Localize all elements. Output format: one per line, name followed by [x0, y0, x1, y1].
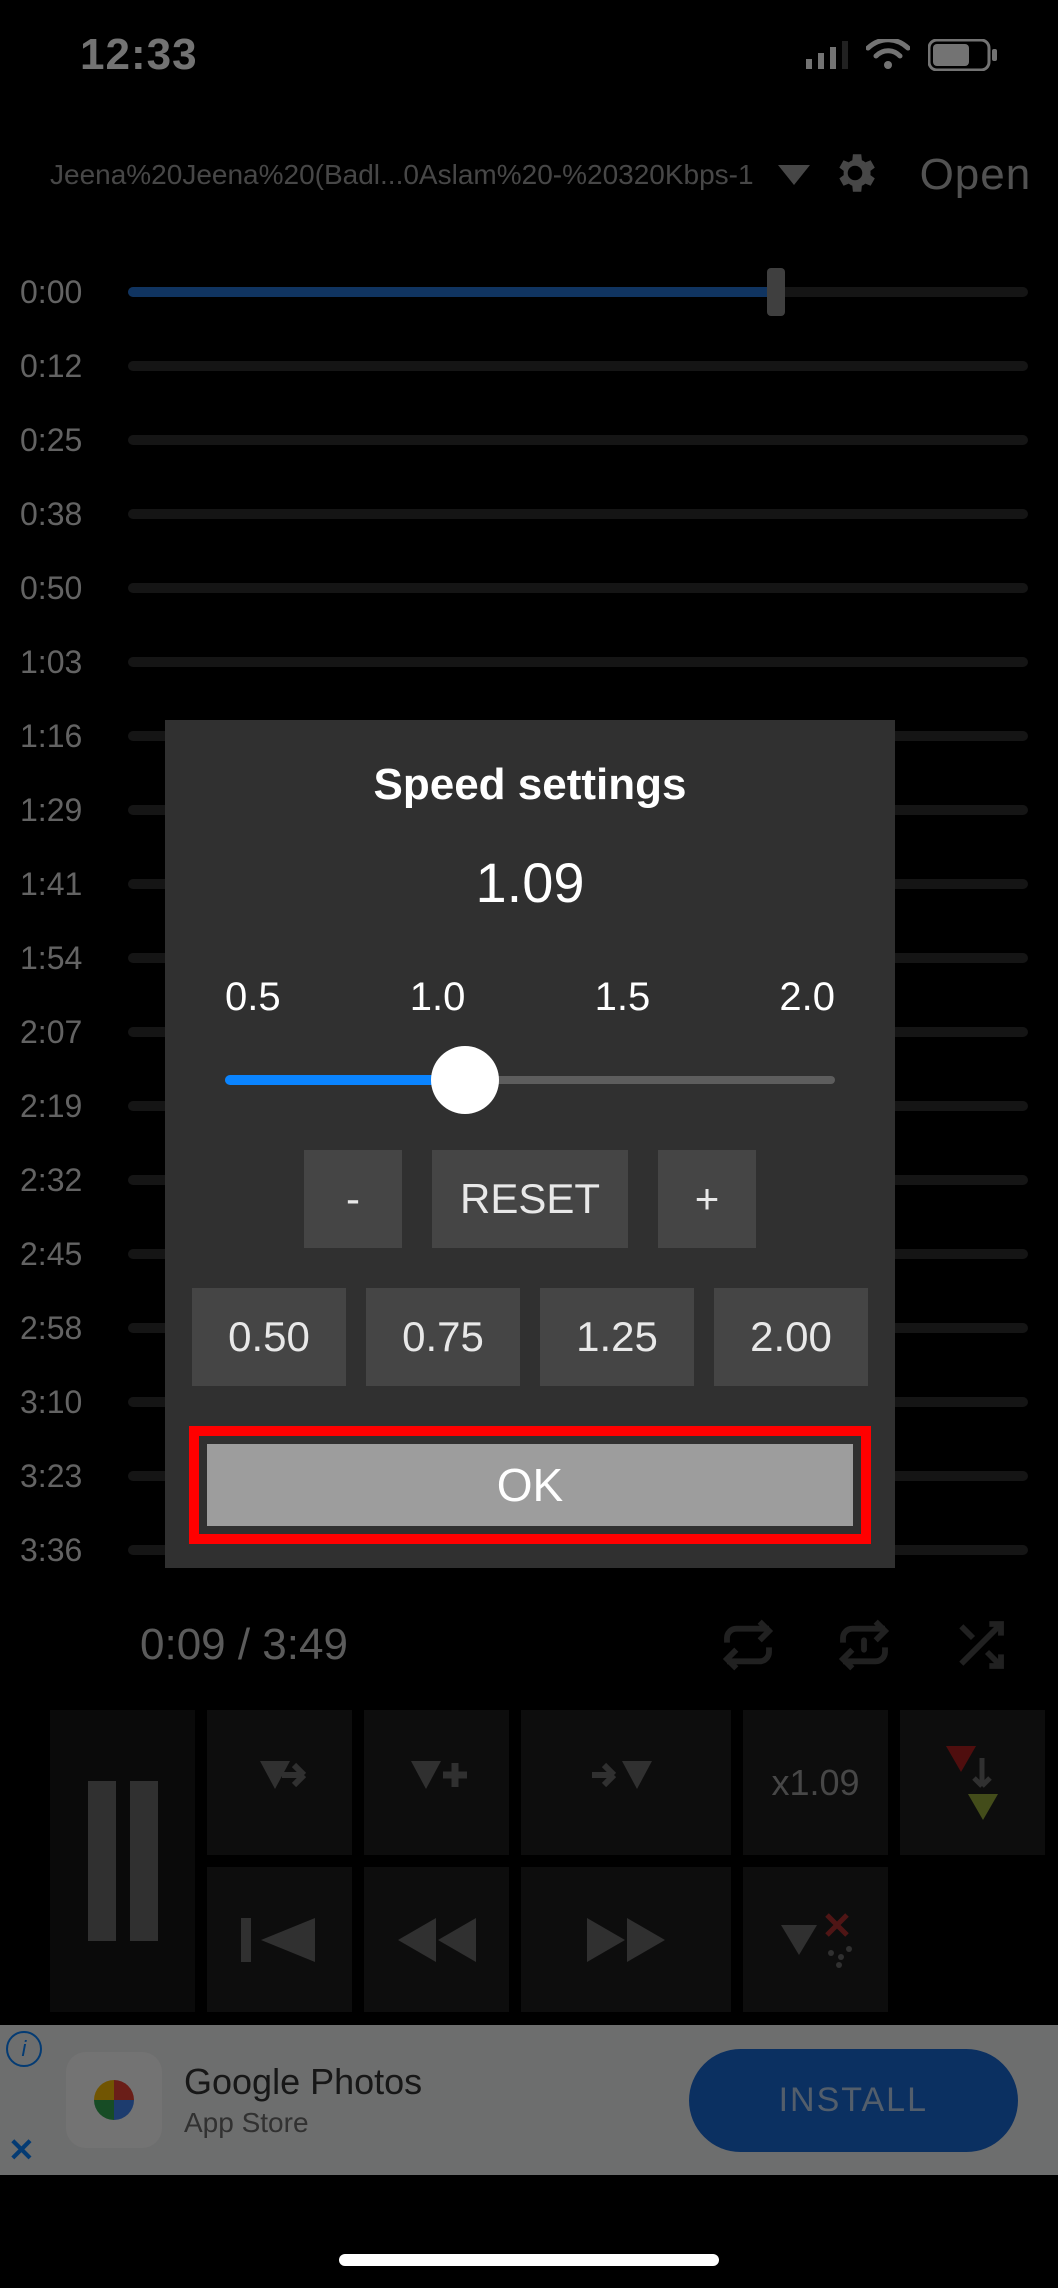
timeline-label: 1:54 [0, 940, 128, 977]
shuffle-icon[interactable] [952, 1617, 1008, 1673]
battery-icon [928, 39, 998, 71]
pause-icon [68, 1781, 178, 1941]
speed-minus-button[interactable]: - [304, 1150, 402, 1248]
ad-close-icon[interactable]: ✕ [8, 2131, 35, 2169]
speed-slider[interactable] [225, 1050, 835, 1110]
slider-thumb[interactable] [431, 1046, 499, 1114]
timeline-label: 3:36 [0, 1532, 128, 1569]
previous-track-button[interactable] [207, 1867, 352, 2012]
timeline-thumb[interactable] [767, 268, 785, 316]
tick-1: 1.0 [410, 975, 466, 1020]
triangle-x-icon [771, 1905, 861, 1975]
timeline-label: 0:00 [0, 274, 128, 311]
open-button[interactable]: Open [920, 150, 1032, 200]
play-pause-button[interactable] [50, 1710, 195, 2012]
slider-tick-labels: 0.5 1.0 1.5 2.0 [165, 975, 895, 1020]
preset-2[interactable]: 1.25 [540, 1288, 694, 1386]
timeline-label: 1:41 [0, 866, 128, 903]
track-title[interactable]: Jeena%20Jeena%20(Badl...0Aslam%20-%20320… [50, 159, 754, 191]
arrow-right-triangle-icon [586, 1753, 666, 1813]
status-bar: 12:33 [0, 0, 1058, 110]
preset-1[interactable]: 0.75 [366, 1288, 520, 1386]
tick-3: 2.0 [779, 975, 835, 1020]
speed-settings-dialog: Speed settings 1.09 0.5 1.0 1.5 2.0 - RE… [165, 720, 895, 1568]
skip-previous-icon [235, 1910, 325, 1970]
timeline-row: 1:03 [0, 625, 1028, 699]
speed-plus-button[interactable]: + [658, 1150, 756, 1248]
preset-0[interactable]: 0.50 [192, 1288, 346, 1386]
timeline-row: 0:00 [0, 255, 1028, 329]
timeline-label: 2:45 [0, 1236, 128, 1273]
app-header: Jeena%20Jeena%20(Badl...0Aslam%20-%20320… [0, 130, 1058, 220]
timeline-label: 1:16 [0, 718, 128, 755]
google-photos-icon [82, 2068, 146, 2132]
mark-add-button[interactable] [364, 1710, 509, 1855]
timeline-slider[interactable] [128, 287, 1028, 297]
ad-install-button[interactable]: INSTALL [689, 2049, 1018, 2152]
filter-clear-button[interactable] [743, 1867, 888, 2012]
timeline-slider[interactable] [128, 583, 1028, 593]
timeline-label: 0:38 [0, 496, 128, 533]
speed-label: x1.09 [771, 1762, 859, 1804]
ab-color-button[interactable] [900, 1710, 1045, 1855]
repeat-icon[interactable] [720, 1617, 776, 1673]
timeline-label: 2:19 [0, 1088, 128, 1125]
tick-2: 1.5 [595, 975, 651, 1020]
ok-highlight: OK [189, 1426, 871, 1544]
rewind-button[interactable] [364, 1867, 509, 2012]
timeline-label: 1:03 [0, 644, 128, 681]
ad-title: Google Photos [184, 2061, 422, 2103]
ab-color-icon [928, 1738, 1018, 1828]
mark-in-button[interactable] [207, 1710, 352, 1855]
clock: 12:33 [80, 30, 198, 80]
fast-forward-icon [581, 1910, 671, 1970]
timeline-slider[interactable] [128, 509, 1028, 519]
timeline-label: 0:25 [0, 422, 128, 459]
mark-out-button[interactable] [521, 1710, 731, 1855]
repeat-one-icon[interactable] [836, 1617, 892, 1673]
timeline-label: 3:23 [0, 1458, 128, 1495]
timeline-row: 0:25 [0, 403, 1028, 477]
timeline-slider[interactable] [128, 435, 1028, 445]
timeline-fill [128, 287, 776, 297]
preset-3[interactable]: 2.00 [714, 1288, 868, 1386]
ad-app-icon[interactable] [66, 2052, 162, 2148]
timeline-label: 0:50 [0, 570, 128, 607]
timeline-row: 0:38 [0, 477, 1028, 551]
ad-text: Google Photos App Store [184, 2061, 422, 2139]
ok-button[interactable]: OK [207, 1444, 853, 1526]
settings-button[interactable] [830, 148, 880, 203]
timeline-slider[interactable] [128, 361, 1028, 371]
speed-button[interactable]: x1.09 [743, 1710, 888, 1855]
triangle-left-arrow-icon [240, 1753, 320, 1813]
playback-position: 0:09 / 3:49 [50, 1620, 348, 1670]
timeline-row: 0:12 [0, 329, 1028, 403]
triangle-plus-icon [397, 1753, 477, 1813]
timeline-label: 2:07 [0, 1014, 128, 1051]
chevron-down-icon[interactable] [778, 165, 810, 185]
ad-subtitle: App Store [184, 2107, 422, 2139]
cellular-icon [806, 41, 848, 69]
rewind-icon [392, 1910, 482, 1970]
timeline-label: 2:32 [0, 1162, 128, 1199]
wifi-icon [866, 39, 910, 71]
timeline-label: 1:29 [0, 792, 128, 829]
speed-value: 1.09 [165, 850, 895, 915]
timeline-label: 3:10 [0, 1384, 128, 1421]
gear-icon [830, 148, 880, 198]
ad-info-icon[interactable]: i [6, 2031, 42, 2067]
ad-banner: i ✕ Google Photos App Store INSTALL [0, 2025, 1058, 2175]
player-panel: 0:09 / 3:49 [0, 1590, 1058, 2012]
home-indicator [339, 2254, 719, 2266]
timeline-slider[interactable] [128, 657, 1028, 667]
tick-0: 0.5 [225, 975, 281, 1020]
fast-forward-button[interactable] [521, 1867, 731, 2012]
speed-reset-button[interactable]: RESET [432, 1150, 628, 1248]
status-right-icons [806, 39, 998, 71]
timeline-label: 0:12 [0, 348, 128, 385]
dialog-title: Speed settings [165, 760, 895, 810]
timeline-row: 0:50 [0, 551, 1028, 625]
timeline-label: 2:58 [0, 1310, 128, 1347]
slider-fill [225, 1075, 465, 1085]
